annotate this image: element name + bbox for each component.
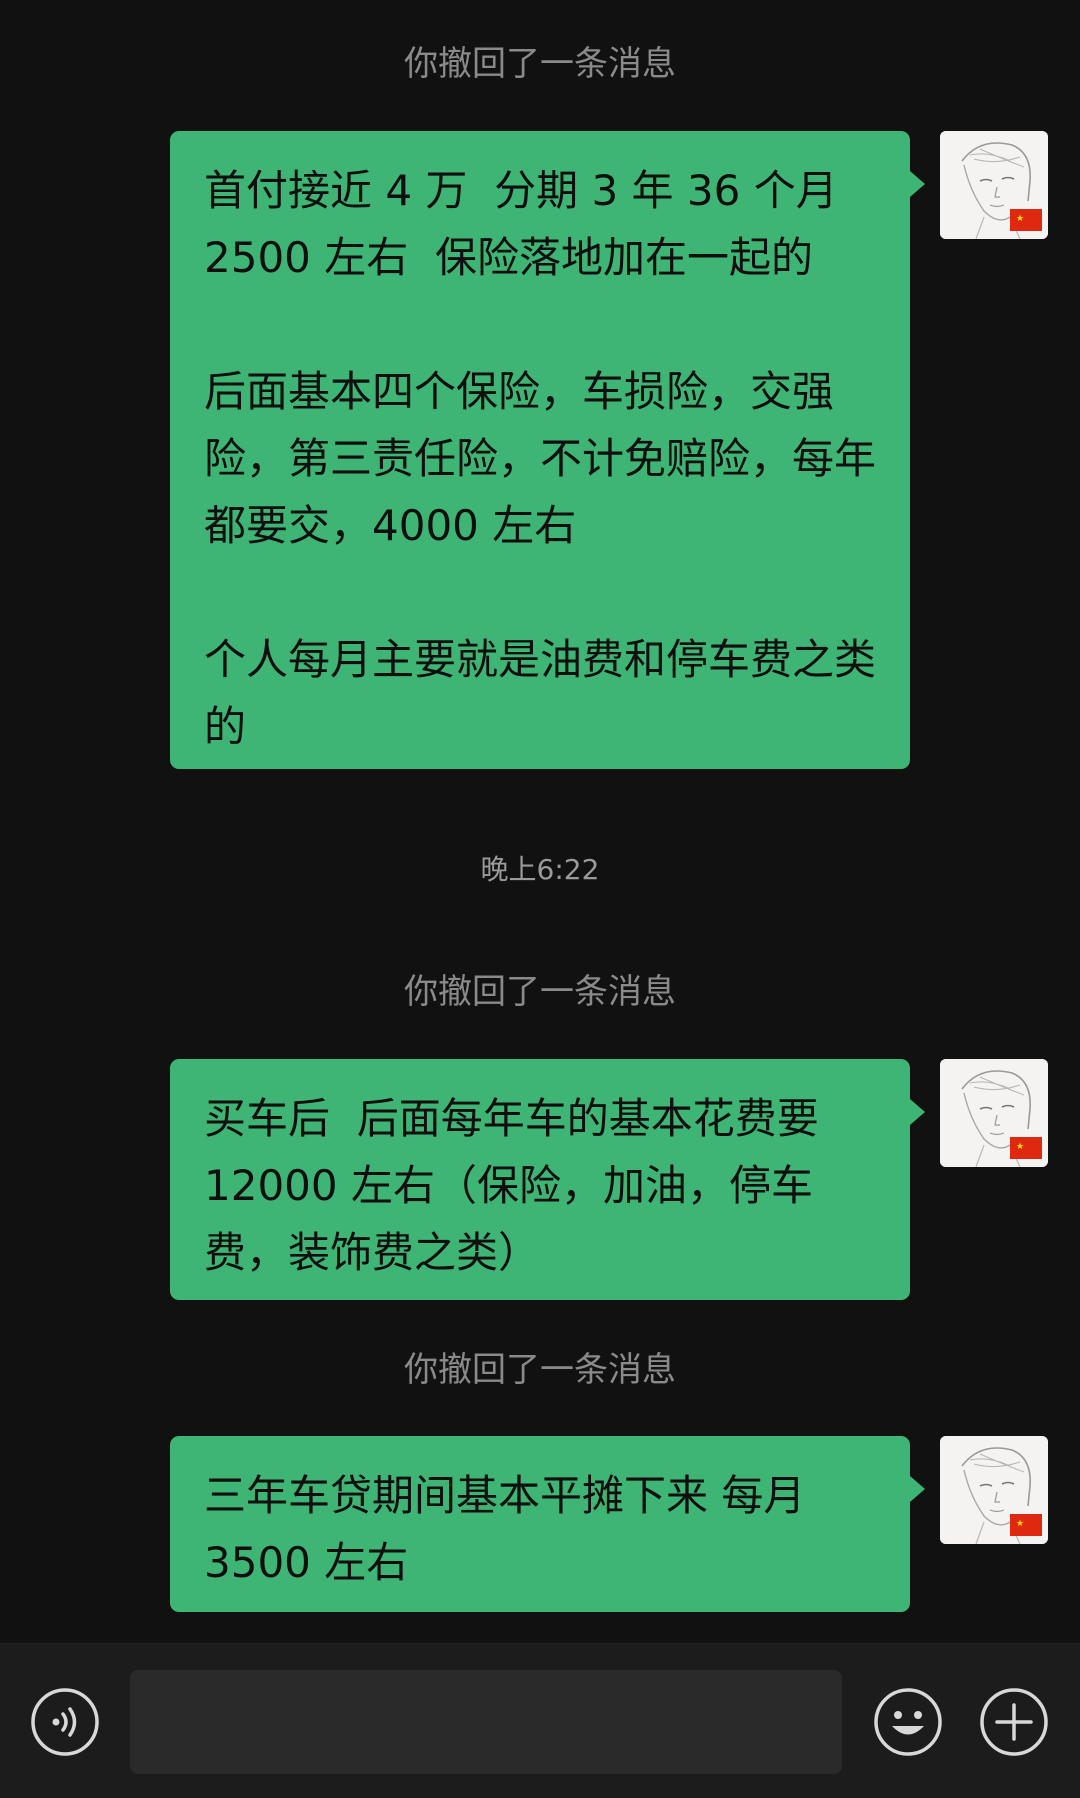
message-row: 买车后 后面每年车的基本花费要12000 左右（保险，加油，停车费，装饰费之类）… xyxy=(0,1059,1080,1301)
chat-area[interactable]: 你撤回了一条消息 首付接近 4 万 分期 3 年 36 个月 2500 左右 保… xyxy=(0,0,1080,1643)
recall-notice: 你撤回了一条消息 xyxy=(404,1350,676,1390)
emoji-icon xyxy=(874,1688,942,1756)
svg-text:★: ★ xyxy=(1016,1519,1024,1529)
voice-input-button[interactable] xyxy=(30,1687,100,1757)
message-bubble[interactable]: 三年车贷期间基本平摊下来 每月3500 左右 xyxy=(170,1436,910,1612)
avatar[interactable]: ★ xyxy=(940,1059,1048,1167)
bubble-tail xyxy=(910,1476,925,1502)
recall-notice: 你撤回了一条消息 xyxy=(404,44,676,84)
avatar-sketch-icon: ★ xyxy=(940,1436,1048,1544)
bubble-tail xyxy=(910,1099,925,1125)
svg-text:★: ★ xyxy=(1016,1142,1024,1152)
message-bubble[interactable]: 首付接近 4 万 分期 3 年 36 个月 2500 左右 保险落地加在一起的 … xyxy=(170,131,910,769)
avatar[interactable]: ★ xyxy=(940,131,1048,239)
message-bubble[interactable]: 买车后 后面每年车的基本花费要12000 左右（保险，加油，停车费，装饰费之类） xyxy=(170,1059,910,1300)
avatar-sketch-icon: ★ xyxy=(940,1059,1048,1167)
chat-input-bar xyxy=(0,1643,1080,1798)
avatar-sketch-icon: ★ xyxy=(940,131,1048,239)
avatar[interactable]: ★ xyxy=(940,1436,1048,1544)
emoji-button[interactable] xyxy=(873,1687,943,1757)
message-timestamp: 晚上6:22 xyxy=(480,853,600,886)
more-button[interactable] xyxy=(979,1687,1049,1757)
plus-icon xyxy=(980,1688,1048,1756)
svg-text:★: ★ xyxy=(1016,214,1024,224)
recall-notice: 你撤回了一条消息 xyxy=(404,972,676,1012)
bubble-tail xyxy=(910,171,925,197)
message-row: 首付接近 4 万 分期 3 年 36 个月 2500 左右 保险落地加在一起的 … xyxy=(0,131,1080,771)
voice-icon xyxy=(31,1688,99,1756)
message-input[interactable] xyxy=(130,1670,842,1774)
message-row: 三年车贷期间基本平摊下来 每月3500 左右 ★ xyxy=(0,1436,1080,1613)
